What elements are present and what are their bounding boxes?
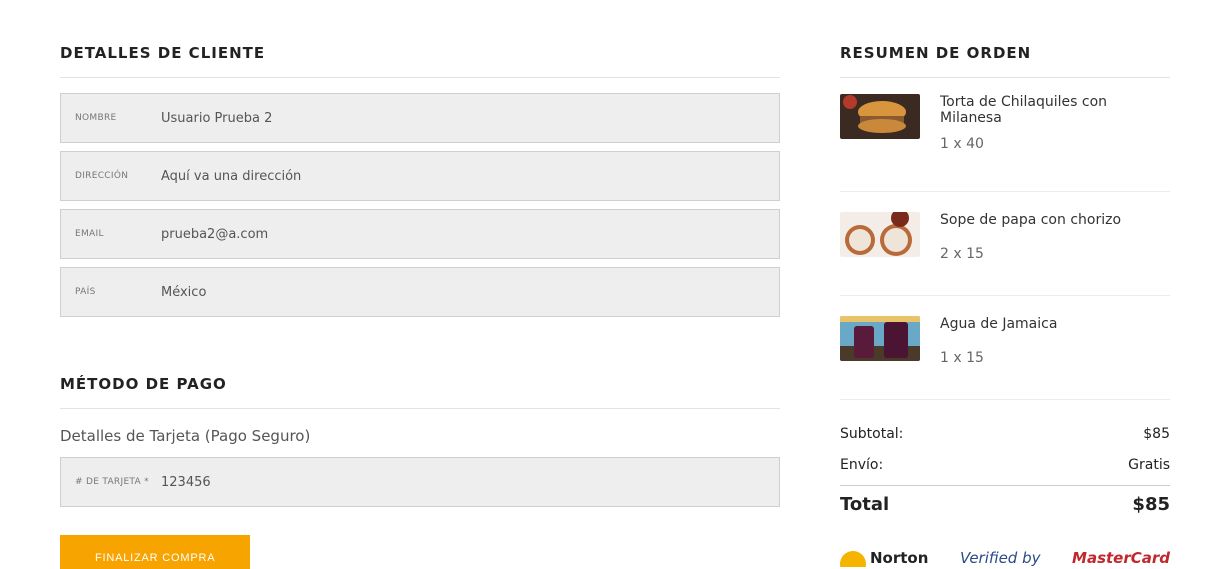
order-summary-section: RESUMEN DE ORDEN Torta de Chilaquiles co… — [840, 0, 1170, 567]
card-number-input[interactable] — [161, 474, 779, 490]
card-number-label: # DE TARJETA * — [75, 477, 149, 487]
mastercard-badge: MasterCard — [1072, 549, 1170, 567]
order-item-qty: 2 x 15 — [940, 246, 984, 262]
subtotal-value: $85 — [1143, 426, 1170, 442]
order-item-name: Agua de Jamaica — [940, 316, 1058, 332]
finish-purchase-button[interactable]: FINALIZAR COMPRA — [60, 535, 251, 569]
total-label: Total — [840, 494, 890, 515]
country-field[interactable]: PAÍS — [60, 267, 780, 317]
order-item-qty: 1 x 15 — [940, 350, 984, 366]
address-field[interactable]: DIRECCIÓN — [60, 151, 780, 201]
order-totals: Subtotal: $85 Envío: Gratis Total $85 — [840, 419, 1170, 515]
total-value: $85 — [1132, 494, 1170, 515]
order-item-name: Torta de Chilaquiles con Milanesa — [940, 94, 1108, 126]
norton-badge: Norton — [840, 541, 928, 567]
order-item-info: Agua de Jamaica 1 x 15 — [940, 316, 1057, 399]
address-field-label: DIRECCIÓN — [75, 171, 129, 181]
order-item: Sope de papa con chorizo 2 x 15 — [840, 192, 1170, 296]
card-number-field[interactable]: # DE TARJETA * — [60, 457, 780, 507]
sope-thumbnail — [840, 212, 920, 257]
address-input[interactable] — [161, 168, 779, 184]
subtotal-label: Subtotal: — [840, 426, 904, 442]
shipping-label: Envío: — [840, 457, 884, 473]
order-item-name: Sope de papa con chorizo — [940, 212, 1122, 228]
customer-details-title: DETALLES DE CLIENTE — [60, 0, 780, 78]
name-field-label: NOMBRE — [75, 113, 117, 123]
agua-thumbnail — [840, 316, 920, 361]
order-summary-title: RESUMEN DE ORDEN — [840, 0, 1170, 78]
customer-fields: NOMBRE DIRECCIÓN EMAIL PAÍS — [60, 93, 780, 317]
country-field-label: PAÍS — [75, 287, 96, 297]
email-input[interactable] — [161, 226, 779, 242]
payment-section: MÉTODO DE PAGO Detalles de Tarjeta (Pago… — [60, 330, 780, 569]
country-input[interactable] — [161, 284, 779, 300]
email-field-label: EMAIL — [75, 229, 104, 239]
torta-thumbnail — [840, 94, 920, 139]
order-item-info: Torta de Chilaquiles con Milanesa 1 x 40 — [940, 94, 1170, 191]
shipping-value: Gratis — [1128, 457, 1170, 473]
payment-method-title: MÉTODO DE PAGO — [60, 330, 780, 409]
card-details-subtitle: Detalles de Tarjeta (Pago Seguro) — [60, 427, 311, 445]
email-field[interactable]: EMAIL — [60, 209, 780, 259]
order-item: Agua de Jamaica 1 x 15 — [840, 296, 1170, 400]
shipping-row: Envío: Gratis — [840, 450, 1170, 481]
verified-by-visa-badge: Verified by — [959, 549, 1041, 567]
security-badges: Norton Verified by MasterCard — [840, 537, 1170, 567]
order-item: Torta de Chilaquiles con Milanesa 1 x 40 — [840, 78, 1170, 192]
name-input[interactable] — [161, 110, 779, 126]
order-item-info: Sope de papa con chorizo 2 x 15 — [940, 212, 1121, 295]
order-item-qty: 1 x 40 — [940, 136, 984, 152]
name-field[interactable]: NOMBRE — [60, 93, 780, 143]
customer-details-section: DETALLES DE CLIENTE NOMBRE DIRECCIÓN EMA… — [60, 0, 780, 569]
subtotal-row: Subtotal: $85 — [840, 419, 1170, 450]
total-row: Total $85 — [840, 485, 1170, 515]
